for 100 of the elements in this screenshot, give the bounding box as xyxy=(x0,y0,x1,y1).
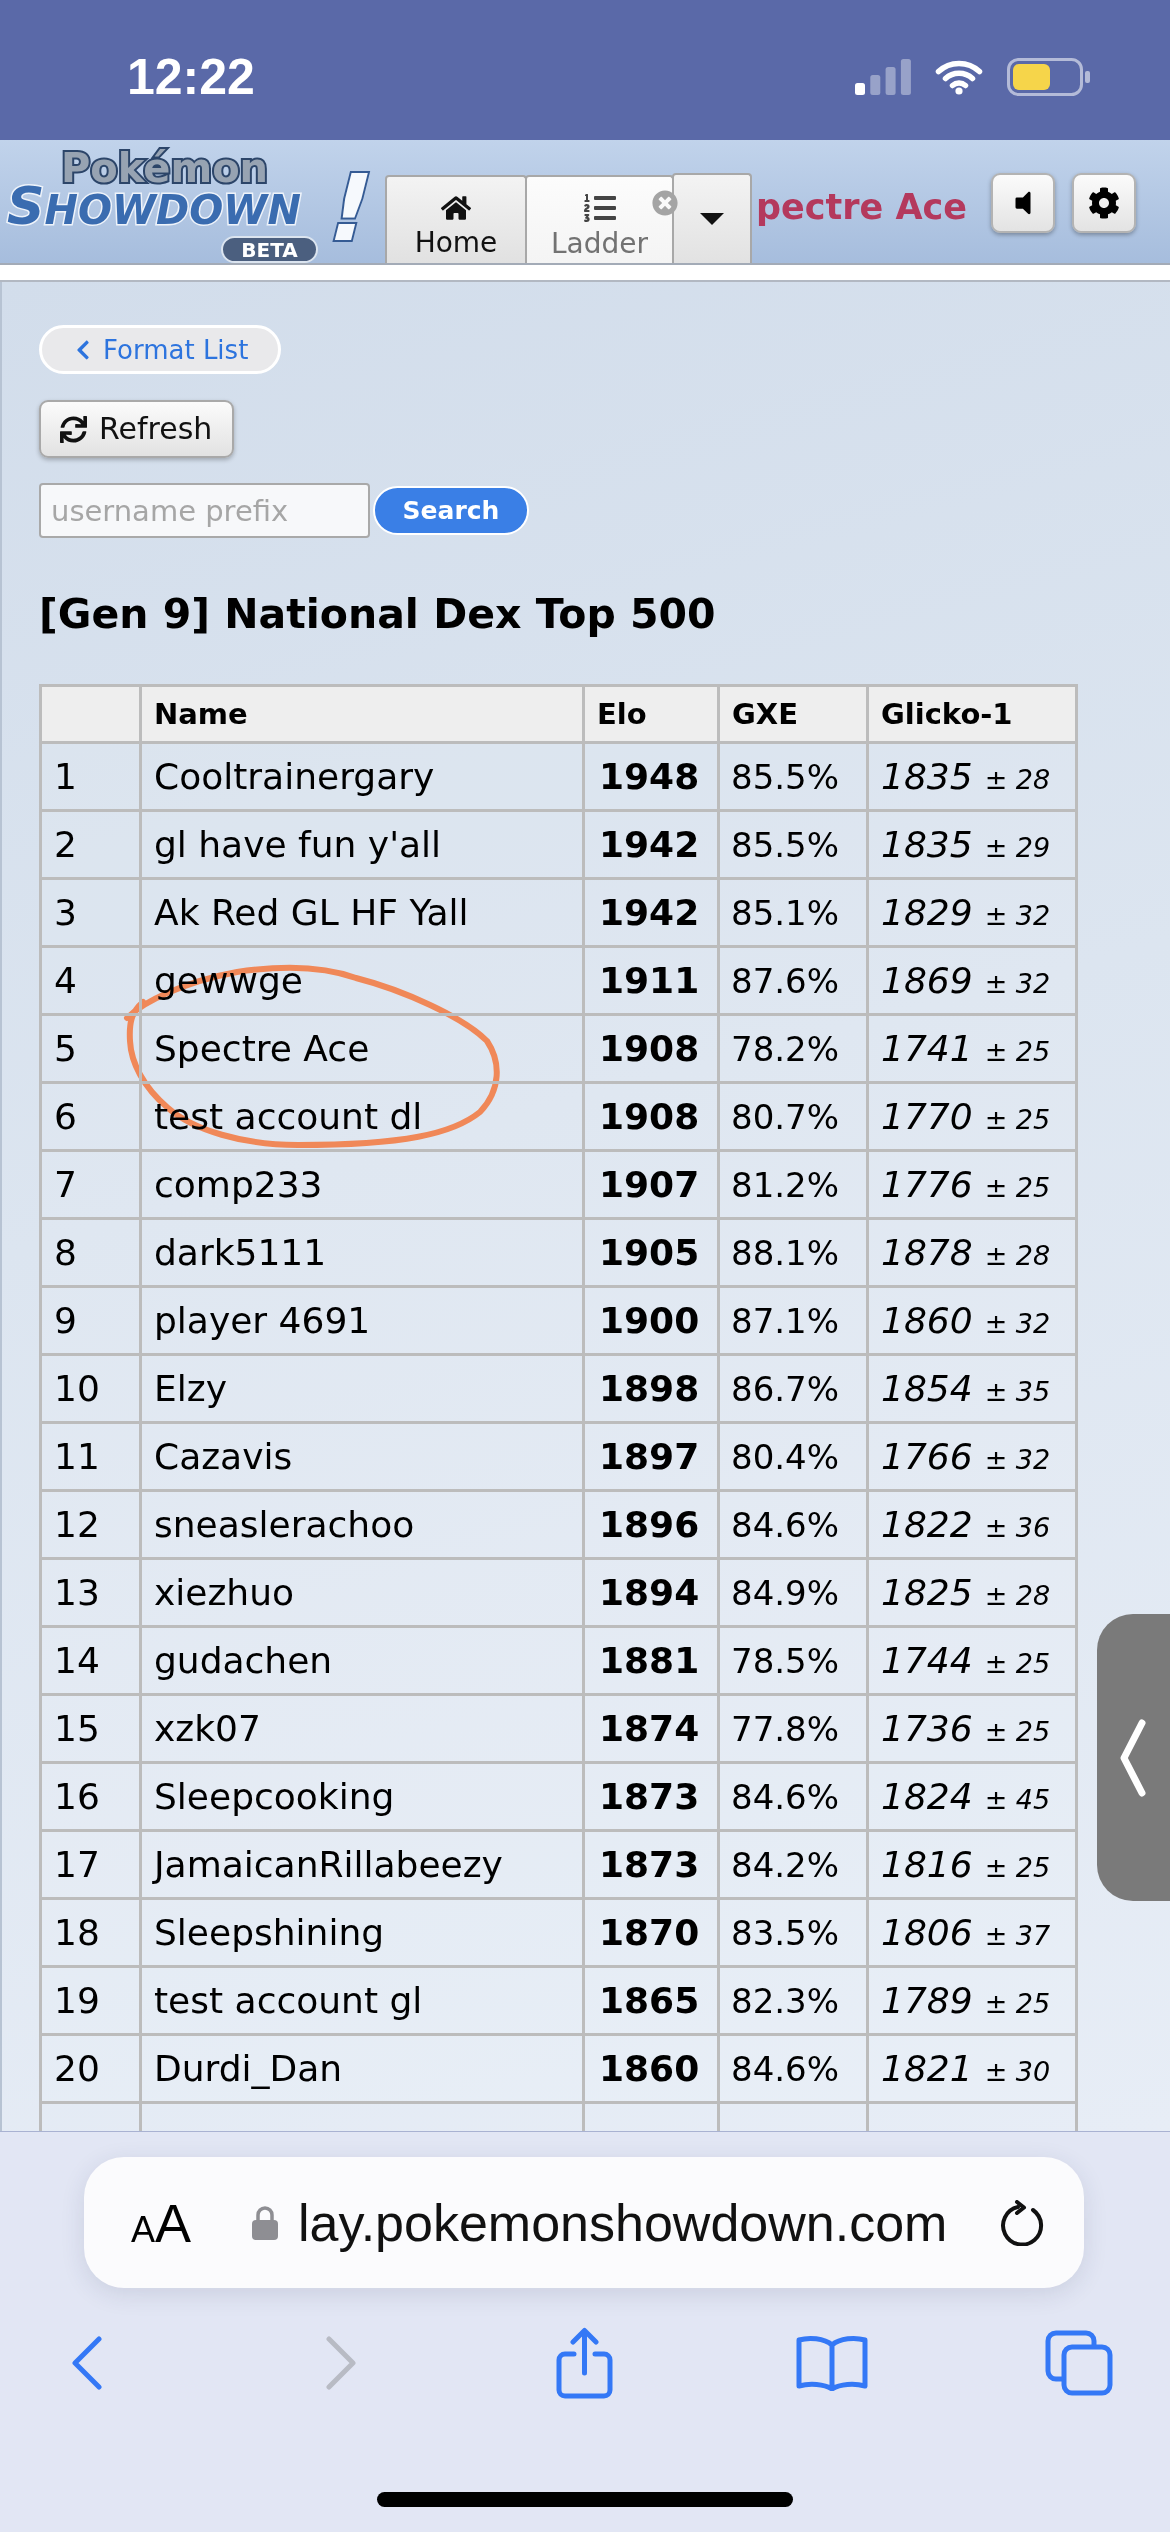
column-header: Glicko-1 xyxy=(867,685,1077,743)
table-cell: 8 xyxy=(40,1218,141,1287)
table-cell: 11 xyxy=(40,1422,141,1491)
refresh-button[interactable]: Refresh xyxy=(39,400,235,458)
deviation-text: ± 25 xyxy=(984,1852,1051,1883)
rating-text: 1860 xyxy=(881,1300,973,1341)
table-cell[interactable]: gl have fun y'all xyxy=(140,810,584,879)
table-cell: 13 xyxy=(40,1558,141,1627)
table-cell: 1896 xyxy=(583,1490,719,1559)
table-cell[interactable]: player 4691 xyxy=(140,1286,584,1355)
table-cell: 84.9% xyxy=(718,1558,868,1627)
table-cell: 1870 xyxy=(583,1898,719,1967)
table-cell: 3 xyxy=(40,878,141,947)
table-cell[interactable]: dark5111 xyxy=(140,1218,584,1287)
table-cell[interactable]: sneaslerachoo xyxy=(140,1490,584,1559)
rating-text: 1835 xyxy=(881,756,973,797)
close-icon[interactable] xyxy=(652,190,679,216)
table-cell: 77.8% xyxy=(718,1694,868,1763)
lock-icon xyxy=(251,2204,280,2241)
table-cell: 1948 xyxy=(583,742,719,811)
rating-text: 1789 xyxy=(881,1980,973,2021)
battery-icon xyxy=(1007,58,1091,96)
search-field[interactable]: username prefix xyxy=(39,483,370,538)
table-cell[interactable]: xzk07 xyxy=(140,1694,584,1763)
table-cell: 1860 xyxy=(583,2034,719,2103)
dropdown-button[interactable] xyxy=(672,173,753,263)
share-icon xyxy=(556,2326,613,2399)
deviation-text: ± 37 xyxy=(984,1920,1051,1951)
rating-text: 1854 xyxy=(881,1368,973,1409)
format-list-button[interactable]: Format List xyxy=(39,325,282,374)
home-icon xyxy=(441,193,471,223)
rating-text: 1744 xyxy=(881,1640,973,1681)
share-button[interactable] xyxy=(556,2326,613,2399)
rating-text: 1878 xyxy=(881,1232,973,1273)
rating-text: 1766 xyxy=(881,1436,973,1477)
table-cell[interactable]: Durdi_Dan xyxy=(140,2034,584,2103)
rating-text: 1741 xyxy=(881,1028,973,1069)
table-cell: 1907 xyxy=(583,1150,719,1219)
table-cell[interactable]: JamaicanRillabeezy xyxy=(140,1830,584,1899)
table-cell: 20 xyxy=(40,2034,141,2103)
rating-text: 1869 xyxy=(881,960,973,1001)
back-button[interactable] xyxy=(71,2335,103,2390)
table-cell[interactable]: gudachen xyxy=(140,1626,584,1695)
room-tab[interactable]: Home xyxy=(385,175,527,263)
rating-text: 1736 xyxy=(881,1708,973,1749)
search-button[interactable]: Search xyxy=(373,486,529,535)
deviation-text: ± 32 xyxy=(984,1444,1051,1475)
deviation-text: ± 28 xyxy=(984,1240,1051,1271)
table-cell[interactable]: Cazavis xyxy=(140,1422,584,1491)
table-cell: 1873 xyxy=(583,1830,719,1899)
table-cell[interactable]: Cooltrainergary xyxy=(140,742,584,811)
table-cell[interactable]: xiezhuo xyxy=(140,1558,584,1627)
ladder-title: [Gen 9] National Dex Top 500 xyxy=(39,589,717,639)
deviation-text: ± 32 xyxy=(984,1308,1051,1339)
rating-text: 1825 xyxy=(881,1572,973,1613)
table-cell: 1905 xyxy=(583,1218,719,1287)
table-cell: 87.1% xyxy=(718,1286,868,1355)
deviation-text: ± 29 xyxy=(984,832,1051,863)
table-cell[interactable]: Elzy xyxy=(140,1354,584,1423)
table-cell: 12 xyxy=(40,1490,141,1559)
column-header: GXE xyxy=(718,685,868,743)
text-size-button[interactable]: AA xyxy=(131,2195,192,2250)
settings-button[interactable] xyxy=(1072,173,1136,233)
numbered-list-icon xyxy=(583,192,616,224)
table-cell: 1894 xyxy=(583,1558,719,1627)
table-cell: 1911 xyxy=(583,946,719,1015)
rating-text: 1821 xyxy=(881,2048,973,2089)
refresh-icon xyxy=(60,415,87,443)
table-cell: 15 xyxy=(40,1694,141,1763)
table-cell[interactable]: Spectre Ace xyxy=(140,1014,584,1083)
rating-text: 1835 xyxy=(881,824,973,865)
table-cell: 80.7% xyxy=(718,1082,868,1151)
room-tab[interactable]: Ladder xyxy=(525,175,675,263)
table-cell: 19 xyxy=(40,1966,141,2035)
table-cell: 1 xyxy=(40,742,141,811)
tabs-button[interactable] xyxy=(1045,2329,1113,2396)
caret-down-icon xyxy=(699,212,726,226)
deviation-text: ± 25 xyxy=(984,1104,1051,1135)
table-cell[interactable]: Ak Red GL HF Yall xyxy=(140,878,584,947)
address-bar[interactable]: AA lay.pokemonshowdown.com xyxy=(84,2157,1084,2288)
bookmarks-button[interactable] xyxy=(796,2334,868,2391)
table-cell: 84.6% xyxy=(718,1762,868,1831)
table-cell: 6 xyxy=(40,1082,141,1151)
logo-mark-text: ! xyxy=(316,154,385,262)
settings-icon xyxy=(1088,187,1120,219)
table-cell[interactable]: Sleepshining xyxy=(140,1898,584,1967)
side-tab-handle[interactable] xyxy=(1097,1614,1170,1901)
rating-text: 1776 xyxy=(881,1164,973,1205)
table-cell: 1881 xyxy=(583,1626,719,1695)
table-cell: 1865 xyxy=(583,1966,719,2035)
sound-button[interactable] xyxy=(991,173,1055,233)
table-cell[interactable]: comp233 xyxy=(140,1150,584,1219)
table-cell[interactable]: test account gl xyxy=(140,1966,584,2035)
table-cell: 80.4% xyxy=(718,1422,868,1491)
rating-text: 1806 xyxy=(881,1912,973,1953)
table-cell[interactable]: Sleepcooking xyxy=(140,1762,584,1831)
table-cell: 82.3% xyxy=(718,1966,868,2035)
table-cell: 1942 xyxy=(583,878,719,947)
table-cell: 1900 xyxy=(583,1286,719,1355)
table-cell: 88.1% xyxy=(718,1218,868,1287)
